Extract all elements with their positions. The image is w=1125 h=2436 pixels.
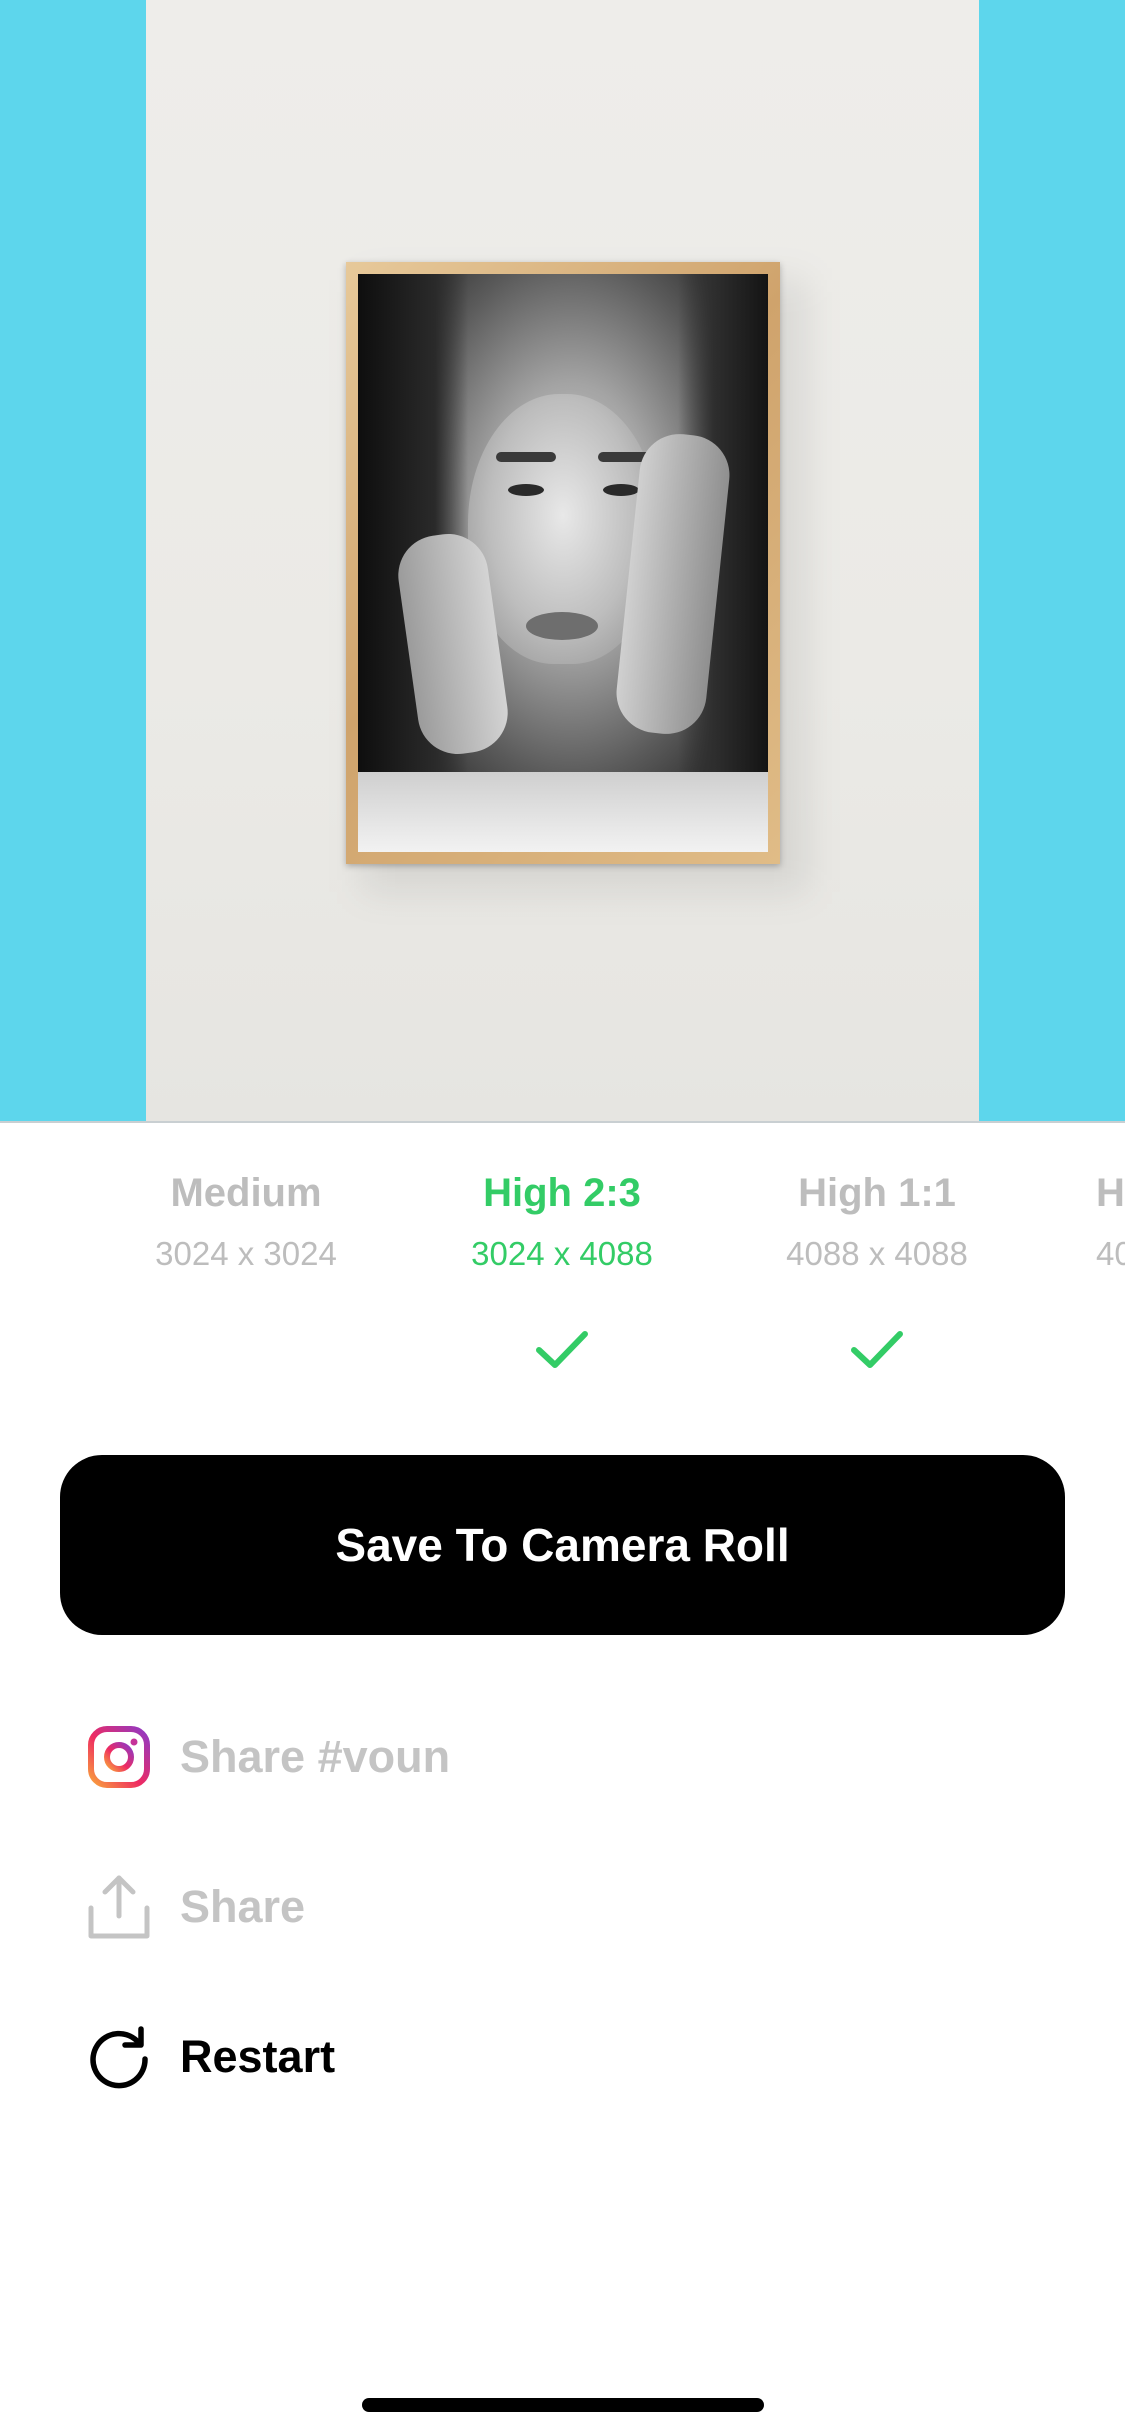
resolution-option-next[interactable]: H 40 <box>1096 1170 1125 1274</box>
share-instagram-label: Share #voun <box>180 1731 451 1782</box>
resolution-title: High 1:1 <box>798 1171 956 1215</box>
framed-photo <box>346 262 780 864</box>
resolution-size: 4088 x 4088 <box>786 1235 968 1272</box>
resolution-option-medium[interactable]: Medium 3024 x 3024 <box>96 1170 396 1274</box>
resolution-title: High 2:3 <box>483 1171 641 1215</box>
resolution-size: 48 <box>0 1234 17 1274</box>
home-indicator <box>362 2398 764 2412</box>
share-instagram-button[interactable]: Share #voun <box>86 1722 450 1792</box>
resolution-size: 3024 x 3024 <box>155 1235 337 1272</box>
resolution-selector[interactable]: 48 Medium 3024 x 3024 High 2:3 3024 x 40… <box>0 1170 1125 1400</box>
restart-icon <box>86 2024 152 2090</box>
resolution-option-high-1-1[interactable]: High 1:1 4088 x 4088 <box>727 1170 1027 1274</box>
preview-divider <box>0 1121 1125 1123</box>
restart-button[interactable]: Restart <box>86 2022 335 2092</box>
resolution-option-high-2-3[interactable]: High 2:3 3024 x 4088 <box>412 1170 712 1274</box>
resolution-title: H <box>1096 1171 1125 1215</box>
share-upload-icon <box>86 1874 152 1940</box>
resolution-size: 40 <box>1096 1235 1125 1272</box>
photo-preview <box>0 0 1125 1123</box>
portrait-photo <box>358 274 768 852</box>
resolution-title: Medium <box>170 1171 322 1215</box>
resolution-size: 3024 x 4088 <box>471 1235 653 1272</box>
restart-label: Restart <box>180 2031 336 2082</box>
save-to-camera-roll-button[interactable]: Save To Camera Roll <box>60 1455 1065 1635</box>
resolution-option-low[interactable]: 48 <box>0 1170 17 1274</box>
share-label: Share <box>180 1881 306 1932</box>
resolution-title <box>0 1170 17 1216</box>
checkmark-icon <box>851 1331 903 1368</box>
instagram-icon <box>86 1724 152 1790</box>
share-button[interactable]: Share <box>86 1872 305 1942</box>
checkmark-icon <box>536 1331 588 1368</box>
